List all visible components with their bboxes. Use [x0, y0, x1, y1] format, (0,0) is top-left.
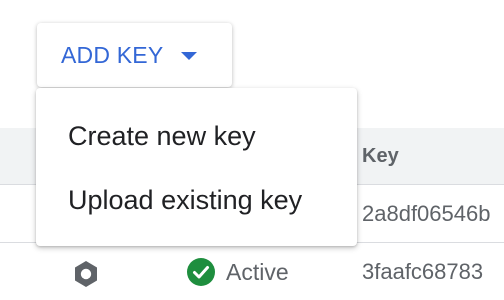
column-header-key: Key	[362, 145, 399, 167]
status-text: Active	[226, 258, 289, 285]
key-id-cell: 2a8df06546b	[362, 201, 491, 226]
key-id-cell: 3faafc68783	[362, 259, 484, 284]
check-circle-icon	[187, 258, 215, 286]
menu-item-label: Upload existing key	[68, 185, 303, 215]
add-key-label: ADD KEY	[61, 42, 164, 68]
menu-item-label: Create new key	[68, 121, 256, 151]
caret-down-icon	[181, 52, 197, 60]
add-key-button[interactable]: ADD KEY	[37, 23, 232, 87]
menu-item-create-new-key[interactable]: Create new key	[36, 104, 357, 168]
status-cell: Active	[186, 257, 289, 287]
hexagon-key-icon	[75, 261, 97, 287]
add-key-menu: Create new key Upload existing key	[36, 88, 357, 246]
table-row[interactable]: Active 3faafc68783	[0, 243, 504, 300]
menu-item-upload-existing-key[interactable]: Upload existing key	[36, 168, 357, 232]
